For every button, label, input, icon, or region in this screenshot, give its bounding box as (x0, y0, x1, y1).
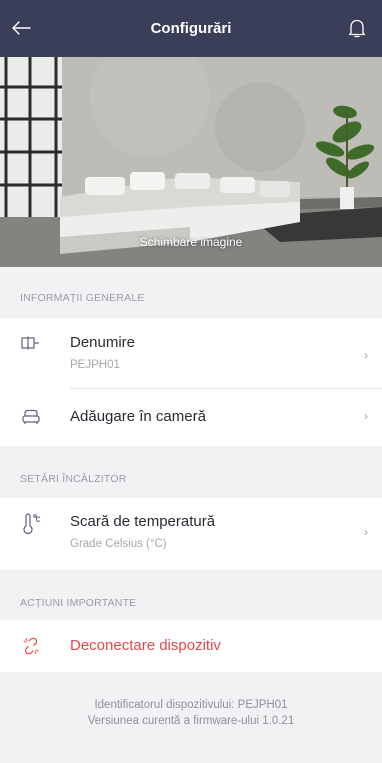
thermometer-icon (20, 513, 42, 535)
arrow-left-icon (12, 21, 31, 35)
armchair-icon (20, 406, 42, 428)
name-value: PEJPH01 (70, 359, 120, 371)
name-row[interactable]: Denumire PEJPH01 › (0, 318, 382, 388)
page-title: Configurări (150, 20, 232, 37)
add-to-room-row[interactable]: Adăugare în cameră › (0, 389, 382, 446)
temperature-scale-row[interactable]: Scară de temperatură Grade Celsius (°C) … (0, 498, 382, 570)
actions-card: Deconectare dispozitiv (0, 620, 382, 672)
top-bar: Configurări (0, 0, 382, 57)
section-header-general: INFORMAȚII GENERALE (20, 292, 145, 304)
firmware-version-text: Versiunea curentă a firmware-ului 1.0.21 (87, 715, 295, 727)
disconnect-row[interactable]: Deconectare dispozitiv (0, 620, 382, 672)
chevron-right-icon: › (364, 409, 368, 423)
add-to-room-label: Adăugare în cameră (70, 408, 206, 425)
name-label: Denumire (70, 334, 136, 351)
temperature-scale-label: Scară de temperatură (70, 513, 216, 530)
back-button[interactable] (6, 14, 36, 42)
change-image-label[interactable]: Schimbare imagine (0, 235, 382, 249)
room-image[interactable]: Schimbare imagine (0, 57, 382, 267)
unlink-icon (20, 635, 42, 657)
chevron-right-icon: › (364, 348, 368, 362)
device-info: Identificatorul dispozitivului: PEJPH01 … (0, 697, 382, 729)
section-header-heater: SETĂRI ÎNCĂLZITOR (20, 473, 127, 485)
disconnect-label: Deconectare dispozitiv (70, 637, 221, 654)
temperature-scale-value: Grade Celsius (°C) (70, 538, 167, 550)
heater-card: Scară de temperatură Grade Celsius (°C) … (0, 498, 382, 570)
general-card: Denumire PEJPH01 › Adăugare în cameră › (0, 318, 382, 446)
chevron-right-icon: › (364, 525, 368, 539)
notifications-button[interactable] (342, 14, 372, 42)
bell-icon (348, 19, 366, 38)
section-header-actions: ACȚIUNI IMPORTANTE (20, 597, 137, 609)
device-id-text: Identificatorul dispozitivului: PEJPH01 (94, 699, 288, 711)
device-icon (20, 332, 42, 354)
